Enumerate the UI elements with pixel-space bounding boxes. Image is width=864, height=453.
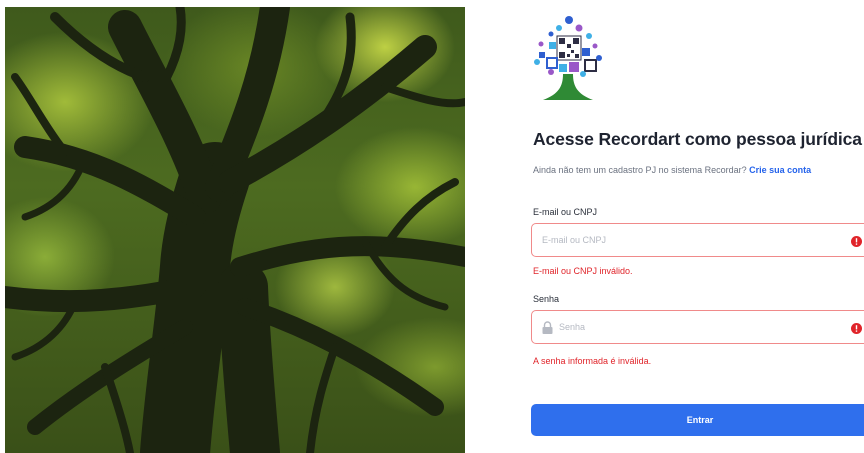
email-field[interactable] — [542, 224, 832, 256]
tree-silhouette — [5, 7, 465, 453]
password-error-message: A senha informada é inválida. — [533, 356, 652, 366]
password-field[interactable] — [559, 311, 829, 343]
error-icon — [851, 236, 862, 247]
password-field-container — [531, 310, 864, 344]
signup-prompt-text: Ainda não tem um cadastro PJ no sistema … — [533, 165, 747, 175]
page-title: Acesse Recordart como pessoa jurídica — [533, 129, 862, 149]
signup-prompt: Ainda não tem um cadastro PJ no sistema … — [533, 165, 811, 175]
create-account-link[interactable]: Crie sua conta — [749, 165, 811, 175]
error-icon — [851, 323, 862, 334]
lock-icon — [542, 321, 553, 334]
tree-canopy-photo — [5, 7, 465, 453]
password-field-label: Senha — [533, 294, 560, 304]
email-field-container — [531, 223, 864, 257]
email-error-message: E-mail ou CNPJ inválido. — [533, 266, 633, 276]
recordart-logo — [529, 14, 607, 106]
email-field-label: E-mail ou CNPJ — [533, 207, 598, 217]
login-submit-button[interactable]: Entrar — [531, 404, 864, 436]
